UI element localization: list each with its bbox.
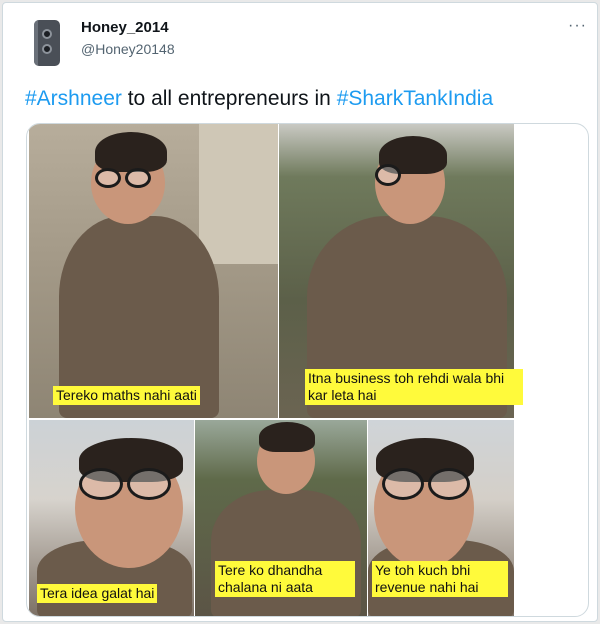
user-handle[interactable]: @Honey20148 — [81, 41, 175, 57]
avatar-camera-lens — [42, 29, 52, 39]
tweet-card[interactable]: Honey_2014 @Honey20148 ··· #Arshneer to … — [2, 2, 598, 622]
meme-caption: Tere ko dhandha chalana ni aata — [215, 561, 355, 597]
avatar-camera-lens — [42, 44, 52, 54]
glasses — [127, 468, 171, 500]
tweet-text-segment: to all entrepreneurs in — [121, 87, 337, 110]
hashtag-link[interactable]: #Arshneer — [25, 87, 122, 110]
glasses — [375, 164, 401, 186]
glasses — [382, 468, 424, 500]
avatar[interactable] — [34, 20, 60, 66]
display-name[interactable]: Honey_2014 — [81, 19, 169, 36]
avatar-edge — [34, 20, 38, 66]
glasses — [125, 168, 151, 188]
hashtag-link[interactable]: #SharkTankIndia — [337, 87, 493, 110]
tweet-media-image[interactable]: Tereko maths nahi aati Itna business toh… — [26, 123, 589, 617]
meme-panel — [29, 124, 278, 418]
tweet-text: #Arshneer to all entrepreneurs in #Shark… — [25, 87, 493, 111]
glasses — [79, 468, 123, 500]
child-hair — [259, 422, 315, 452]
meme-caption: Tera idea galat hai — [37, 584, 158, 603]
meme-caption: Itna business toh rehdi wala bhi kar let… — [305, 369, 523, 405]
child-figure — [211, 490, 361, 616]
glasses — [428, 468, 470, 500]
child-hair — [95, 132, 167, 172]
background-wall — [199, 124, 278, 264]
meme-caption: Ye toh kuch bhi revenue nahi hai — [372, 561, 508, 597]
glasses — [95, 168, 121, 188]
meme-caption: Tereko maths nahi aati — [53, 386, 200, 405]
more-options-icon[interactable]: ··· — [568, 17, 587, 35]
